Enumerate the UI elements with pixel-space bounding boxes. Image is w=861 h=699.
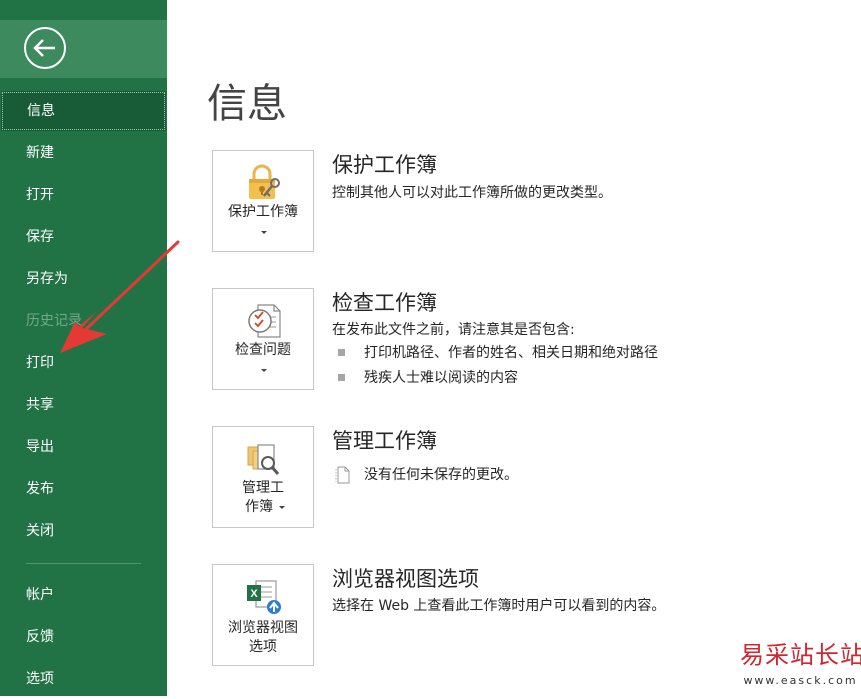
- chevron-down-icon: [279, 506, 285, 509]
- section-desc-protect: 控制其他人可以对此工作簿所做的更改类型。: [332, 185, 612, 201]
- nav-new[interactable]: 新建: [0, 133, 167, 173]
- tile-label: 保护工作簿: [228, 204, 298, 220]
- bullet-marker: [338, 374, 345, 381]
- nav-export[interactable]: 导出: [0, 427, 167, 467]
- nav-publish[interactable]: 发布: [0, 469, 167, 509]
- manage-workbook-icon: [247, 444, 280, 475]
- tile-label-line1: 浏览器视图: [228, 620, 298, 636]
- section-title-protect: 保护工作簿: [332, 153, 437, 177]
- check-issues-button[interactable]: 检查问题: [212, 288, 314, 390]
- nav-save[interactable]: 保存: [0, 217, 167, 257]
- section-title-inspect: 检查工作簿: [332, 291, 437, 315]
- nav-divider: [26, 563, 141, 564]
- protect-workbook-button[interactable]: 保护工作簿: [212, 150, 314, 252]
- tile-label-line2: 作簿: [245, 499, 273, 515]
- excel-web-icon: X: [247, 580, 281, 614]
- nav-feedback[interactable]: 反馈: [0, 617, 167, 657]
- nav-save-as[interactable]: 另存为: [0, 259, 167, 299]
- tile-label-line1: 管理工: [242, 480, 284, 496]
- nav-options[interactable]: 选项: [0, 659, 167, 699]
- svg-text:X: X: [250, 588, 258, 600]
- page-title: 信息: [207, 81, 287, 127]
- backstage-sidebar: 信息 新建 打开 保存 另存为 历史记录 打印 共享 导出 发布 关闭 帐户 反…: [0, 0, 167, 696]
- inspect-document-icon: [248, 304, 281, 338]
- document-icon: [335, 466, 350, 484]
- lock-key-icon: [249, 164, 280, 199]
- watermark: 易采站长站 www.easck.com: [740, 636, 861, 696]
- nav-open[interactable]: 打开: [0, 175, 167, 215]
- nav-print[interactable]: 打印: [0, 343, 167, 383]
- chevron-down-icon: [261, 369, 267, 372]
- manage-workbook-button[interactable]: 管理工 作簿: [212, 426, 314, 528]
- section-desc-inspect: 在发布此文件之前，请注意其是否包含:: [332, 322, 575, 338]
- nav-info[interactable]: 信息: [1, 91, 166, 131]
- tile-label-line2: 选项: [249, 639, 277, 655]
- section-title-manage: 管理工作簿: [332, 429, 437, 453]
- bullet-item: 打印机路径、作者的姓名、相关日期和绝对路径: [364, 345, 658, 361]
- back-arrow-icon[interactable]: [23, 26, 67, 70]
- chevron-down-icon: [261, 231, 267, 234]
- section-desc-browser-view: 选择在 Web 上查看此工作簿时用户可以看到的内容。: [332, 598, 666, 614]
- nav-account[interactable]: 帐户: [0, 575, 167, 615]
- tile-label: 检查问题: [235, 342, 291, 358]
- bullet-marker: [338, 349, 345, 356]
- section-title-browser-view: 浏览器视图选项: [332, 567, 479, 591]
- nav-history: 历史记录: [26, 313, 82, 329]
- watermark-logo: 易采站长站: [740, 641, 861, 669]
- section-desc-manage: 没有任何未保存的更改。: [364, 467, 518, 483]
- bullet-item: 残疾人士难以阅读的内容: [364, 370, 518, 386]
- back-area: [0, 20, 167, 78]
- browser-view-options-button[interactable]: X 浏览器视图 选项: [212, 564, 314, 666]
- watermark-url: www.easck.com: [743, 674, 858, 687]
- nav-share[interactable]: 共享: [0, 385, 167, 425]
- nav-close[interactable]: 关闭: [0, 511, 167, 551]
